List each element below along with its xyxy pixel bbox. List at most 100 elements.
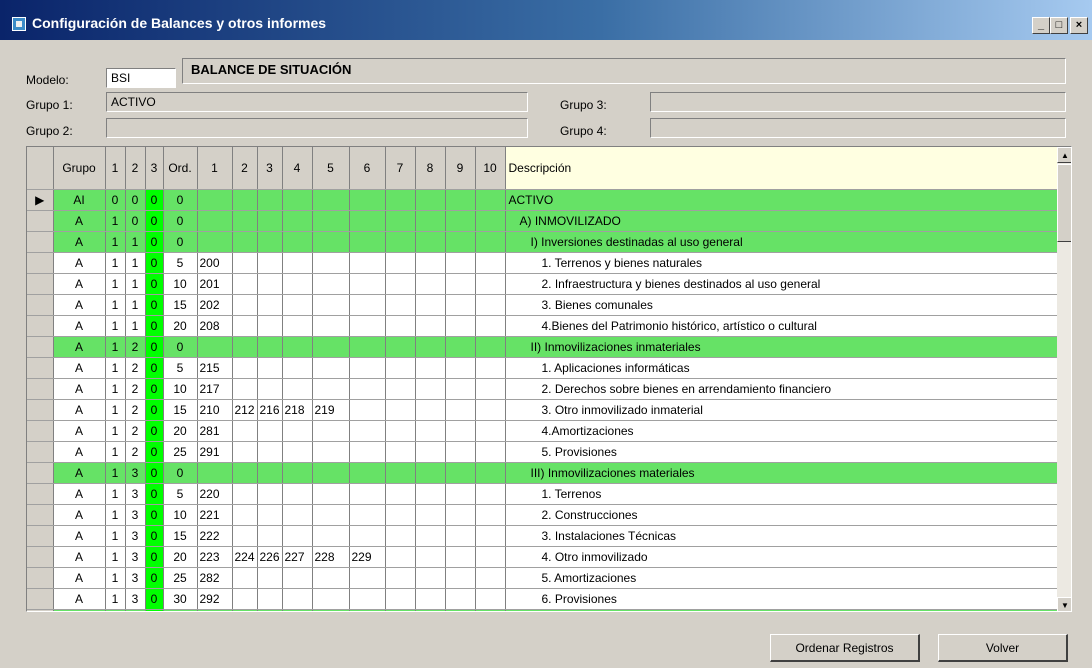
cell-cuenta-4[interactable] bbox=[282, 441, 313, 463]
cell-cuenta-5[interactable] bbox=[312, 210, 350, 232]
cell-cuenta-6[interactable] bbox=[349, 420, 386, 442]
cell-cuenta-10[interactable] bbox=[475, 357, 506, 379]
cell-nivel-3[interactable]: 0 bbox=[145, 588, 164, 610]
cell-cuenta-6[interactable] bbox=[349, 273, 386, 295]
row-selector[interactable] bbox=[27, 294, 54, 316]
cell-cuenta-2[interactable] bbox=[232, 420, 258, 442]
row-selector[interactable] bbox=[27, 399, 54, 421]
cell-nivel-1[interactable]: 0 bbox=[105, 189, 126, 211]
cell-cuenta-3[interactable] bbox=[257, 588, 283, 610]
cell-grupo[interactable]: A bbox=[53, 315, 106, 337]
cell-nivel-3[interactable]: 0 bbox=[145, 357, 164, 379]
cell-cuenta-10[interactable] bbox=[475, 189, 506, 211]
cell-cuenta-6[interactable] bbox=[349, 399, 386, 421]
table-row[interactable]: A 1 3 0 25 282 5. Amortizaciones bbox=[27, 567, 1058, 589]
cell-cuenta-5[interactable] bbox=[312, 609, 350, 611]
cell-cuenta-1[interactable] bbox=[197, 210, 233, 232]
cell-nivel-2[interactable]: 3 bbox=[125, 504, 146, 526]
cell-cuenta-5[interactable] bbox=[312, 231, 350, 253]
cell-cuenta-2[interactable] bbox=[232, 378, 258, 400]
cell-nivel-1[interactable]: 1 bbox=[105, 609, 126, 611]
cell-cuenta-5[interactable] bbox=[312, 462, 350, 484]
row-selector[interactable] bbox=[27, 525, 54, 547]
table-row[interactable]: A 1 3 0 20 223 224 226 227 228 229 4. Otro inmovili… bbox=[27, 546, 1058, 568]
col-header-cuenta-6[interactable]: 6 bbox=[349, 147, 386, 190]
cell-cuenta-7[interactable] bbox=[385, 315, 416, 337]
cell-grupo[interactable]: A bbox=[53, 441, 106, 463]
cell-cuenta-1[interactable]: 222 bbox=[197, 525, 233, 547]
cell-nivel-2[interactable]: 2 bbox=[125, 336, 146, 358]
cell-cuenta-1[interactable] bbox=[197, 609, 233, 611]
cell-nivel-1[interactable]: 1 bbox=[105, 504, 126, 526]
col-header-cuenta-7[interactable]: 7 bbox=[385, 147, 416, 190]
cell-cuenta-2[interactable] bbox=[232, 315, 258, 337]
data-grid[interactable]: Grupo 1 2 3 Ord. 1 2 3 4 5 6 7 8 9 10 De… bbox=[26, 146, 1072, 612]
cell-cuenta-8[interactable] bbox=[415, 567, 446, 589]
row-selector[interactable] bbox=[27, 231, 54, 253]
cell-descripcion[interactable]: 2. Construcciones bbox=[505, 504, 1058, 526]
cell-descripcion[interactable]: ACTIVO bbox=[505, 189, 1058, 211]
cell-cuenta-4[interactable] bbox=[282, 567, 313, 589]
col-header-cuenta-4[interactable]: 4 bbox=[282, 147, 313, 190]
cell-cuenta-10[interactable] bbox=[475, 462, 506, 484]
cell-nivel-2[interactable]: 1 bbox=[125, 294, 146, 316]
cell-cuenta-2[interactable] bbox=[232, 189, 258, 211]
cell-descripcion[interactable]: 3. Otro inmovilizado inmaterial bbox=[505, 399, 1058, 421]
cell-cuenta-3[interactable] bbox=[257, 567, 283, 589]
cell-cuenta-2[interactable] bbox=[232, 252, 258, 274]
cell-cuenta-1[interactable]: 220 bbox=[197, 483, 233, 505]
cell-cuenta-9[interactable] bbox=[445, 525, 476, 547]
cell-nivel-1[interactable]: 1 bbox=[105, 252, 126, 274]
cell-cuenta-1[interactable] bbox=[197, 462, 233, 484]
cell-nivel-2[interactable]: 3 bbox=[125, 567, 146, 589]
cell-cuenta-10[interactable] bbox=[475, 609, 506, 611]
cell-cuenta-2[interactable] bbox=[232, 273, 258, 295]
cell-nivel-1[interactable]: 1 bbox=[105, 210, 126, 232]
cell-nivel-3[interactable]: 0 bbox=[145, 525, 164, 547]
cell-cuenta-3[interactable]: 226 bbox=[257, 546, 283, 568]
cell-descripcion[interactable]: 4. Otro inmovilizado bbox=[505, 546, 1058, 568]
cell-cuenta-9[interactable] bbox=[445, 294, 476, 316]
cell-cuenta-5[interactable] bbox=[312, 294, 350, 316]
cell-ord[interactable]: 25 bbox=[163, 441, 198, 463]
cell-cuenta-4[interactable] bbox=[282, 273, 313, 295]
table-row[interactable]: A 1 1 0 15 202 3. Bienes comunales bbox=[27, 294, 1058, 316]
col-header-cuenta-5[interactable]: 5 bbox=[312, 147, 350, 190]
cell-cuenta-7[interactable] bbox=[385, 504, 416, 526]
cell-cuenta-7[interactable] bbox=[385, 567, 416, 589]
cell-cuenta-8[interactable] bbox=[415, 504, 446, 526]
cell-grupo[interactable]: A bbox=[53, 462, 106, 484]
col-header-cuenta-3[interactable]: 3 bbox=[257, 147, 283, 190]
cell-cuenta-2[interactable] bbox=[232, 462, 258, 484]
cell-cuenta-9[interactable] bbox=[445, 441, 476, 463]
cell-cuenta-2[interactable]: 224 bbox=[232, 546, 258, 568]
table-row[interactable]: A 1 2 0 5 215 1. Aplicaciones informáticas bbox=[27, 357, 1058, 379]
cell-cuenta-3[interactable] bbox=[257, 441, 283, 463]
cell-cuenta-5[interactable] bbox=[312, 567, 350, 589]
table-row[interactable]: A 1 3 0 15 222 3. Instalaciones Técnicas bbox=[27, 525, 1058, 547]
cell-ord[interactable]: 20 bbox=[163, 420, 198, 442]
cell-cuenta-8[interactable] bbox=[415, 315, 446, 337]
cell-cuenta-10[interactable] bbox=[475, 441, 506, 463]
cell-cuenta-7[interactable] bbox=[385, 231, 416, 253]
cell-cuenta-8[interactable] bbox=[415, 210, 446, 232]
table-row[interactable]: A 1 2 0 20 281 4.Amortizaciones bbox=[27, 420, 1058, 442]
cell-cuenta-4[interactable]: 227 bbox=[282, 546, 313, 568]
cell-descripcion[interactable]: 1. Terrenos y bienes naturales bbox=[505, 252, 1058, 274]
cell-nivel-2[interactable]: 2 bbox=[125, 357, 146, 379]
cell-nivel-3[interactable]: 0 bbox=[145, 210, 164, 232]
row-selector[interactable] bbox=[27, 441, 54, 463]
cell-cuenta-4[interactable] bbox=[282, 504, 313, 526]
cell-cuenta-3[interactable] bbox=[257, 210, 283, 232]
table-row[interactable]: A 1 2 0 0 II) Inmovilizaciones inmateriales bbox=[27, 336, 1058, 358]
cell-nivel-3[interactable]: 0 bbox=[145, 294, 164, 316]
cell-grupo[interactable]: A bbox=[53, 336, 106, 358]
cell-nivel-3[interactable]: 0 bbox=[145, 231, 164, 253]
cell-grupo[interactable]: A bbox=[53, 483, 106, 505]
cell-grupo[interactable]: A bbox=[53, 588, 106, 610]
cell-cuenta-5[interactable]: 228 bbox=[312, 546, 350, 568]
cell-cuenta-6[interactable] bbox=[349, 504, 386, 526]
cell-cuenta-2[interactable] bbox=[232, 336, 258, 358]
cell-cuenta-9[interactable] bbox=[445, 252, 476, 274]
row-selector[interactable]: ▶ bbox=[27, 189, 54, 211]
